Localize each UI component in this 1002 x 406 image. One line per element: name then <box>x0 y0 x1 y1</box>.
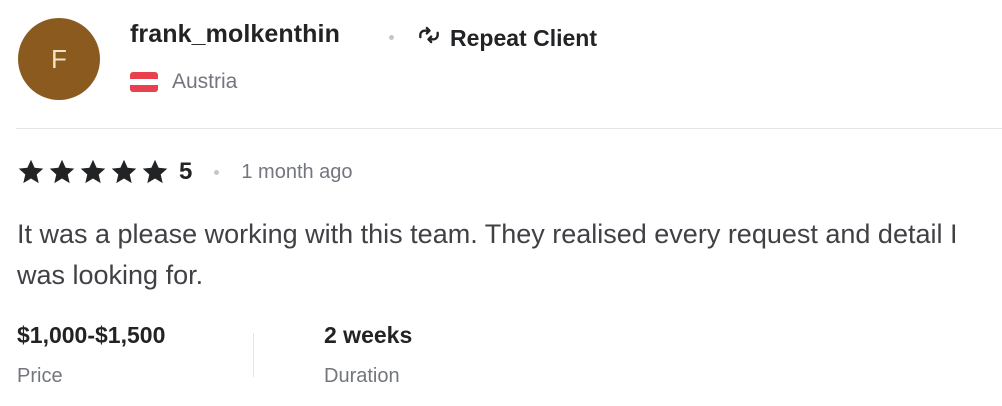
star-icon <box>111 159 137 184</box>
star-rating <box>17 158 169 186</box>
separator-dot <box>214 169 220 175</box>
star-icon <box>80 159 106 184</box>
star-icon <box>18 159 44 184</box>
review-text: It was a please working with this team. … <box>17 219 958 290</box>
separator-dot <box>389 35 394 40</box>
price-detail: $1,000-$1,500 Price <box>17 322 165 388</box>
repeat-client-label: Repeat Client <box>450 24 597 51</box>
divider <box>16 128 1002 129</box>
duration-value: 2 weeks <box>324 322 413 348</box>
repeat-client-badge: Repeat Client <box>416 22 597 54</box>
price-value: $1,000-$1,500 <box>17 322 166 348</box>
avatar-initial: F <box>51 43 67 74</box>
rating-score: 5 <box>179 158 193 185</box>
vertical-divider <box>253 333 254 377</box>
duration-detail: 2 weeks Duration <box>324 322 412 388</box>
duration-label: Duration <box>324 365 400 387</box>
repeat-icon <box>416 22 442 54</box>
reviewer-country: Austria <box>130 70 237 94</box>
austria-flag-icon <box>130 72 158 92</box>
star-icon <box>49 159 75 184</box>
review-time: 1 month ago <box>241 160 353 183</box>
price-label: Price <box>17 365 63 387</box>
reviewer-username[interactable]: frank_molkenthin <box>130 20 340 49</box>
country-name: Austria <box>172 70 238 93</box>
star-icon <box>142 159 168 184</box>
avatar[interactable]: F <box>18 18 100 100</box>
rating-row: 5 1 month ago <box>17 158 353 186</box>
